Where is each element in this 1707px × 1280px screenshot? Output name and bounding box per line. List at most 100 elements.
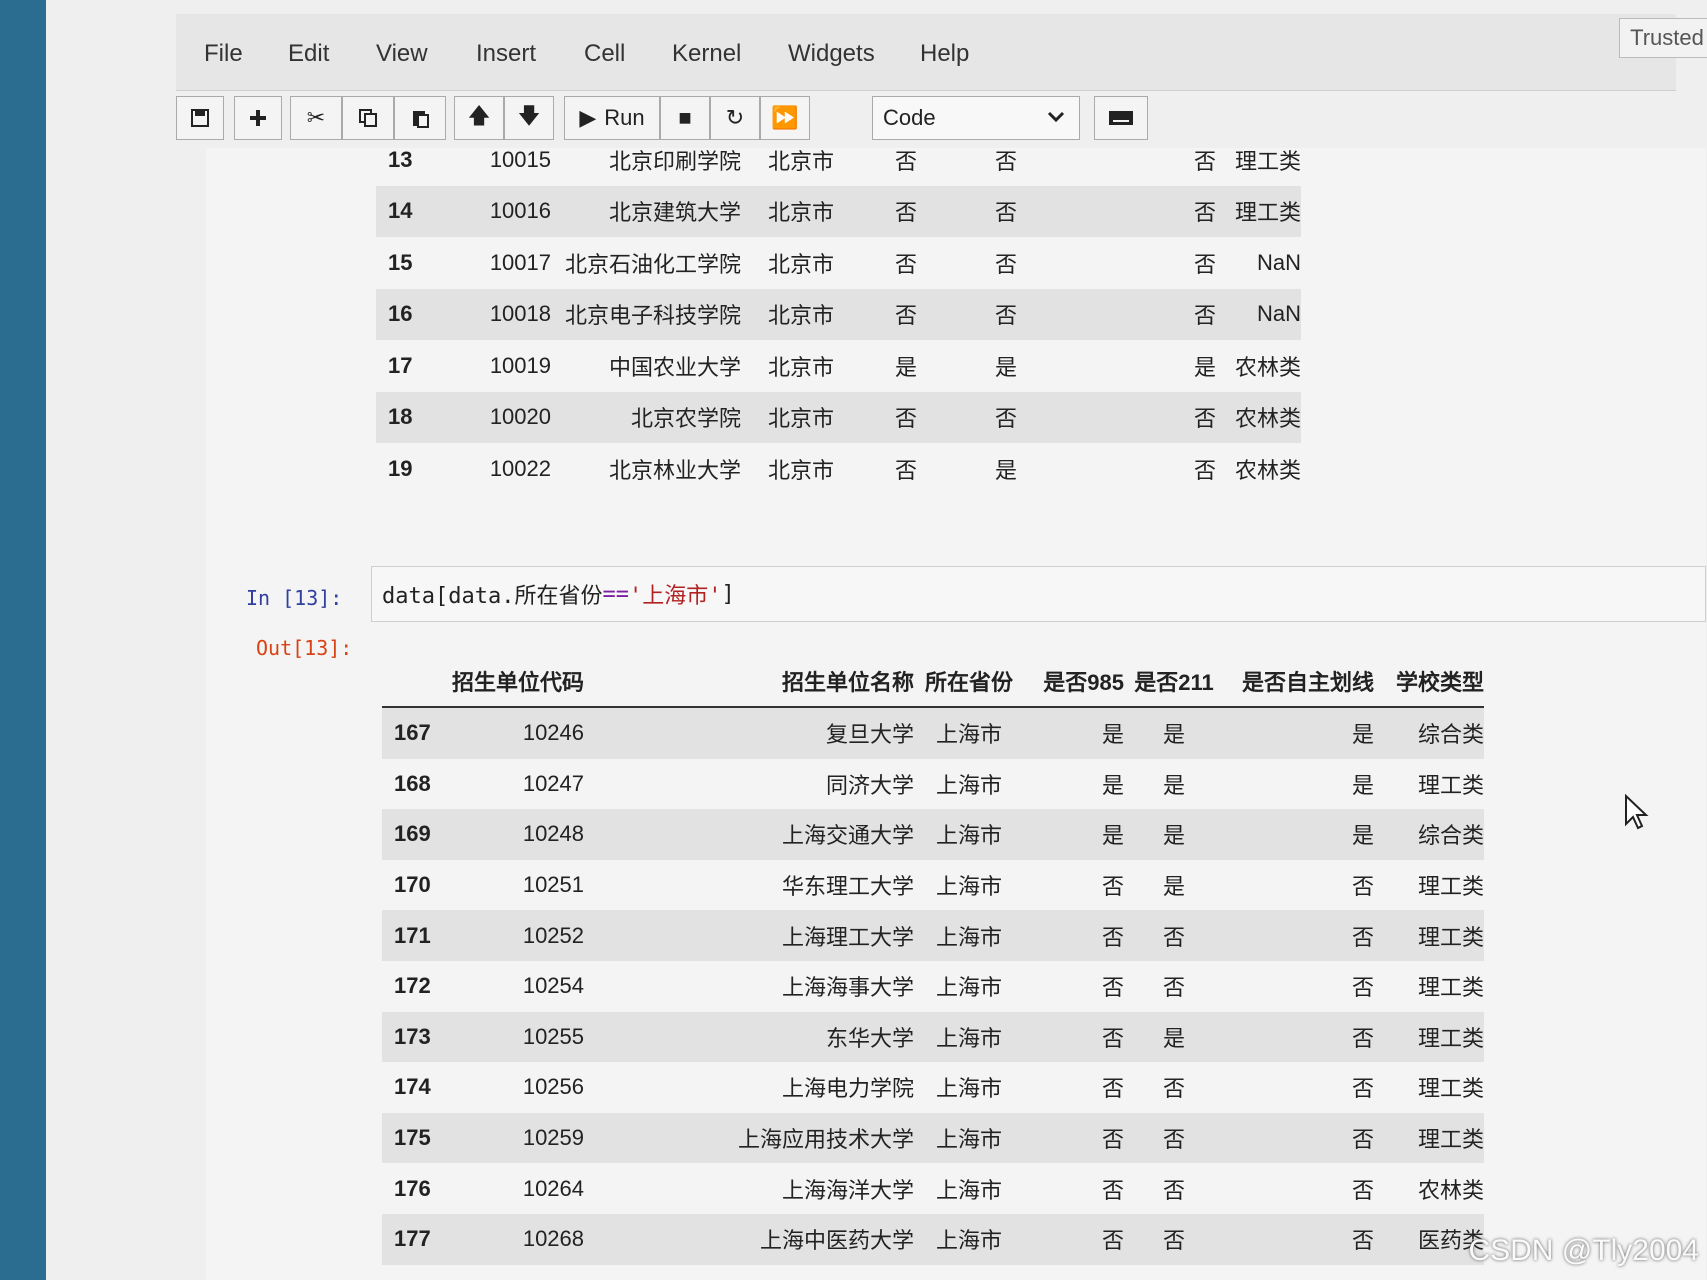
row-index: 18 — [376, 391, 436, 443]
menu-bar: File Edit View Insert Cell Kernel Widget… — [176, 14, 1676, 91]
table-row: 172 10254 上海海事大学 上海市 否 否 否 理工类 — [382, 961, 1484, 1012]
table-cell: 复旦大学 — [584, 707, 915, 759]
column-header: 招生单位代码 — [452, 656, 585, 708]
table-cell: 上海市 — [914, 910, 1025, 961]
table-cell: 是 — [1124, 1011, 1225, 1063]
table-cell: 否 — [1352, 975, 1375, 1001]
table-cell: 否 — [1102, 1076, 1125, 1102]
table-cell: 理工类 — [1418, 772, 1485, 798]
table-cell: 上海市 — [936, 1076, 1003, 1102]
table-cell: 上海市 — [914, 1112, 1025, 1164]
menu-cell[interactable]: Cell — [584, 40, 625, 68]
menu-kernel[interactable]: Kernel — [672, 40, 741, 68]
save-button[interactable] — [176, 96, 224, 140]
table-cell: 农林类 — [1234, 457, 1301, 483]
table-cell: 10252 — [452, 910, 585, 961]
table-row: 169 10248 上海交通大学 上海市是是是综合类 — [382, 809, 1485, 860]
table-row: 18 10020 北京农学院 北京市否否否农林类 — [376, 391, 1301, 443]
table-cell: 10019 — [489, 352, 551, 378]
table-cell: 上海海事大学 — [782, 975, 915, 1001]
trusted-indicator[interactable]: Trusted — [1619, 18, 1707, 58]
table-row: 16 10018 北京电子科技学院 北京市否否否 NaN — [376, 288, 1301, 340]
code-cell[interactable]: data[data.所在省份 == '上海市'] — [371, 566, 1706, 622]
row-index: 14 — [376, 185, 436, 237]
table-cell: 否 — [1102, 1177, 1125, 1203]
table-cell: 10251 — [522, 872, 585, 898]
table-cell: 理工类 — [1418, 874, 1485, 900]
plus-icon — [250, 110, 266, 126]
table-row: 15 10017 北京石油化工学院 北京市 否 否 否 NaN — [376, 237, 1301, 289]
code-operator: == — [602, 581, 629, 607]
table-cell: 否 — [994, 148, 1017, 174]
table-cell: 上海交通大学 — [584, 809, 915, 860]
table-cell: 是 — [1102, 772, 1125, 798]
table-cell: 上海市 — [914, 809, 1025, 860]
table-cell: 10255 — [452, 1011, 585, 1063]
menu-view[interactable]: View — [376, 40, 428, 68]
menu-help[interactable]: Help — [920, 40, 969, 68]
row-index: 176 — [394, 1175, 431, 1201]
table-row: 175 10259 上海应用技术大学 上海市否否否理工类 — [382, 1112, 1485, 1164]
menu-edit[interactable]: Edit — [288, 40, 329, 68]
table-cell: 否 — [1163, 1076, 1186, 1102]
column-header: 是否985 — [1024, 656, 1125, 708]
row-index: 169 — [382, 809, 452, 860]
table-row: 170 10251 华东理工大学 上海市 否 是 否 理工类 — [382, 860, 1484, 911]
mouse-cursor-icon — [1625, 794, 1649, 830]
table-row: 173 10255 东华大学 上海市否是否理工类 — [382, 1011, 1485, 1063]
table-cell: 否 — [861, 391, 951, 443]
row-index: 174 — [394, 1074, 431, 1100]
table-cell: 否 — [1061, 391, 1216, 443]
row-index: 177 — [382, 1213, 452, 1265]
table-cell: 否 — [1163, 1177, 1186, 1203]
table-cell: 北京市 — [741, 185, 861, 237]
menu-insert[interactable]: Insert — [476, 40, 536, 68]
table-row: 176 10264 上海海洋大学 上海市 否 否 否 农林类 — [382, 1163, 1484, 1214]
table-cell: 上海市 — [936, 772, 1003, 798]
jupyter-window: File Edit View Insert Cell Kernel Widget… — [46, 0, 1707, 1280]
table-cell: 理工类 — [1374, 910, 1485, 961]
table-cell: 是 — [894, 354, 917, 380]
arrow-up-icon: 🡅 — [467, 103, 491, 128]
table-row: 171 10252 上海理工大学 上海市否否否理工类 — [382, 910, 1485, 961]
table-cell: 否 — [1061, 288, 1216, 340]
table-cell: 否 — [1102, 874, 1125, 900]
table-cell: 是 — [1124, 809, 1225, 860]
table-cell: 是 — [1224, 809, 1375, 860]
table-cell: 农林类 — [1418, 1177, 1485, 1203]
column-header: 招生单位名称 — [584, 656, 915, 708]
table-cell: 否 — [894, 148, 917, 174]
table-cell: 上海市 — [936, 1177, 1003, 1203]
column-header: 学校类型 — [1374, 656, 1485, 708]
table-cell: 北京印刷学院 — [608, 148, 741, 174]
run-icon: ▶ — [579, 105, 597, 130]
run-label: Run — [604, 105, 645, 130]
row-index: 16 — [376, 288, 436, 340]
notebook-area: 13 10015 北京印刷学院 北京市否否否理工类 14 10016 北京建筑大学 北京市否否… — [206, 147, 1706, 1280]
table-cell: 北京市 — [767, 251, 834, 277]
table-cell: 是 — [1124, 707, 1225, 759]
code-text: data[data.所在省份 — [382, 584, 603, 609]
menu-widgets[interactable]: Widgets — [788, 40, 875, 68]
insert-cell-button[interactable] — [234, 96, 282, 140]
table-row: 19 10022 北京林业大学 北京市否是否农林类 — [376, 443, 1301, 495]
table-cell: 否 — [1352, 874, 1375, 900]
menu-file[interactable]: File — [204, 40, 243, 68]
table-cell: 上海应用技术大学 — [584, 1112, 915, 1164]
row-index: 175 — [382, 1112, 452, 1164]
table-cell: 否 — [1163, 975, 1186, 1001]
table-cell: 否 — [1224, 1011, 1375, 1063]
table-cell: 10246 — [452, 707, 585, 759]
table-cell: 10256 — [522, 1074, 585, 1100]
fast-forward-icon: ⏩ — [771, 105, 799, 130]
table-cell: 华东理工大学 — [782, 874, 915, 900]
column-header: 是否自主划线 — [1224, 656, 1375, 708]
table-cell: 理工类 — [1374, 1011, 1485, 1063]
table-cell: 上海理工大学 — [584, 910, 915, 961]
table-cell: 北京石油化工学院 — [564, 251, 741, 277]
cut-button[interactable]: ✂ — [290, 96, 342, 140]
table-cell: 否 — [951, 391, 1061, 443]
cell-type-value: Code — [883, 105, 936, 130]
table-cell: 否 — [951, 288, 1061, 340]
table-cell: 是 — [1024, 707, 1125, 759]
